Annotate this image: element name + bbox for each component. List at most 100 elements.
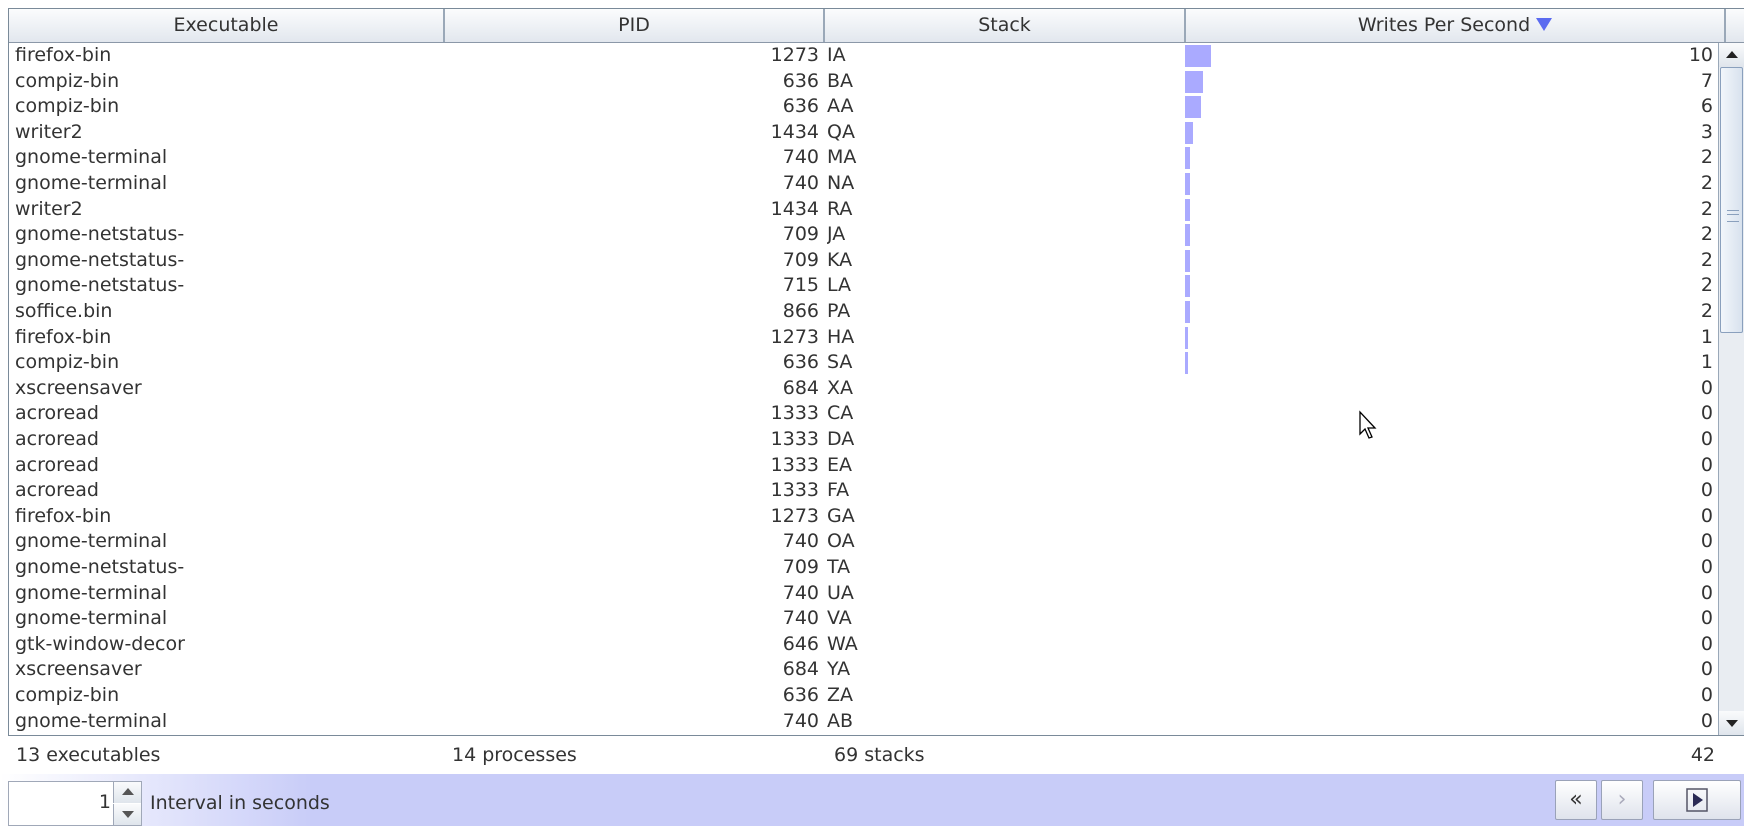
cell-pid: 740 [782,709,819,732]
writes-bar [1185,352,1188,375]
table-row[interactable]: writer2 1434 QA 3 [9,120,1717,146]
table-row[interactable]: gnome-terminal 740 NA 2 [9,171,1717,197]
cell-executable: compiz-bin [15,684,120,706]
cell-writes-per-second: 7 [1700,69,1713,92]
cell-stack: AA [827,95,854,118]
cell-pid: 1273 [770,44,819,66]
cell-pid: 1333 [770,402,819,425]
play-button[interactable] [1653,780,1741,820]
table-row[interactable]: compiz-bin 636 AA 6 [9,94,1717,120]
cell-writes-per-second: 0 [1700,376,1713,399]
cell-pid: 684 [782,658,819,681]
table-row[interactable]: xscreensaver 684 YA 0 [9,657,1717,683]
next-button[interactable]: › [1601,780,1643,820]
writes-bar [1185,45,1211,67]
cell-pid: 740 [782,146,819,169]
mouse-cursor-icon [1359,410,1377,439]
cell-executable: compiz-bin [15,69,120,92]
cell-pid: 1333 [770,428,819,450]
cell-writes-per-second: 0 [1700,402,1713,425]
cell-writes-per-second: 10 [1688,44,1713,66]
table-row[interactable]: xscreensaver 684 XA 0 [9,376,1717,402]
column-header-label: PID [618,14,650,36]
table-row[interactable]: acroread 1333 EA 0 [9,453,1717,479]
cell-executable: acroread [15,453,99,476]
column-header-label: Writes Per Second [1357,14,1531,36]
table-body: firefox-bin 1273 IA 10 compiz-bin 636 BA 7 compi… [9,43,1717,735]
cell-pid: 709 [782,223,819,246]
cell-stack: UA [827,581,854,604]
cell-pid: 1273 [770,504,819,527]
vertical-scrollbar[interactable] [1718,43,1744,735]
cell-executable: gtk-window-decor [15,632,185,655]
table-row[interactable]: compiz-bin 636 SA 1 [9,350,1717,376]
interval-spinner[interactable]: 1 [8,781,142,826]
table-row[interactable]: writer2 1434 RA 2 [9,197,1717,223]
previous-button[interactable]: « [1555,780,1597,820]
table-row[interactable]: firefox-bin 1273 IA 10 [9,43,1717,69]
column-header-executable[interactable]: Executable [9,9,445,42]
processes-count: 14 processes [452,744,577,766]
table-row[interactable]: compiz-bin 636 ZA 0 [9,683,1717,709]
cell-writes-per-second: 1 [1700,351,1713,374]
cell-writes-per-second: 0 [1700,709,1713,732]
table-row[interactable]: acroread 1333 CA 0 [9,401,1717,427]
table-row[interactable]: gnome-terminal 740 AB 0 [9,709,1717,735]
executables-count: 13 executables [16,744,161,766]
writes-bar [1185,198,1191,221]
table-row[interactable]: gnome-netstatus- 715 LA 2 [9,273,1717,299]
cell-pid: 636 [782,351,819,374]
cell-pid: 1273 [770,325,819,348]
table-row[interactable]: gnome-netstatus- 709 KA 2 [9,248,1717,274]
table-row[interactable]: gnome-terminal 740 MA 2 [9,145,1717,171]
cell-stack: ZA [827,684,854,706]
table-row[interactable]: acroread 1333 FA 0 [9,478,1717,504]
cell-writes-per-second: 0 [1700,479,1713,502]
table-row[interactable]: gnome-terminal 740 VA 0 [9,606,1717,632]
table-row[interactable]: soffice.bin 866 PA 2 [9,299,1717,325]
table-row[interactable]: gnome-terminal 740 OA 0 [9,529,1717,555]
table-row[interactable]: gnome-netstatus- 709 JA 2 [9,222,1717,248]
cell-stack: QA [827,120,855,143]
cell-executable: firefox-bin [15,504,112,527]
cell-pid: 709 [782,556,819,578]
writes-bar [1185,275,1191,298]
table-row[interactable]: gtk-window-decor 646 WA 0 [9,632,1717,658]
cell-executable: acroread [15,428,99,450]
table-row[interactable]: acroread 1333 DA 0 [9,427,1717,453]
double-chevron-left-icon: « [1569,787,1583,812]
cell-writes-per-second: 2 [1700,197,1713,220]
column-header-stack[interactable]: Stack [825,9,1186,42]
cell-pid: 646 [782,632,819,655]
scroll-up-button[interactable] [1719,43,1744,67]
cell-executable: acroread [15,479,99,502]
table-row[interactable]: gnome-terminal 740 UA 0 [9,581,1717,607]
scroll-down-button[interactable] [1719,711,1744,735]
table-row[interactable]: firefox-bin 1273 GA 0 [9,504,1717,530]
cell-executable: compiz-bin [15,95,120,118]
cell-stack: RA [827,197,853,220]
cell-executable: acroread [15,402,99,425]
cell-pid: 636 [782,69,819,92]
cell-executable: compiz-bin [15,351,120,374]
table-row[interactable]: firefox-bin 1273 HA 1 [9,325,1717,351]
cell-executable: soffice.bin [15,300,113,322]
column-header-pid[interactable]: PID [445,9,825,42]
cell-writes-per-second: 0 [1700,684,1713,706]
spinner-increment-button[interactable] [113,782,141,803]
arrow-down-icon [122,811,134,818]
cell-stack: AB [827,709,854,732]
scrollbar-thumb[interactable] [1720,67,1743,333]
cell-writes-per-second: 0 [1700,556,1713,578]
writes-bar [1185,96,1201,119]
table-row[interactable]: gnome-netstatus- 709 TA 0 [9,555,1717,581]
interval-value[interactable]: 1 [99,782,111,825]
cell-stack: NA [827,172,855,194]
spinner-decrement-button[interactable] [113,804,141,825]
cell-executable: firefox-bin [15,44,112,66]
cell-stack: TA [827,556,851,578]
column-header-writes-per-second[interactable]: Writes Per Second [1186,9,1726,42]
table-row[interactable]: compiz-bin 636 BA 7 [9,69,1717,95]
cell-writes-per-second: 0 [1700,658,1713,681]
cell-pid: 636 [782,684,819,706]
